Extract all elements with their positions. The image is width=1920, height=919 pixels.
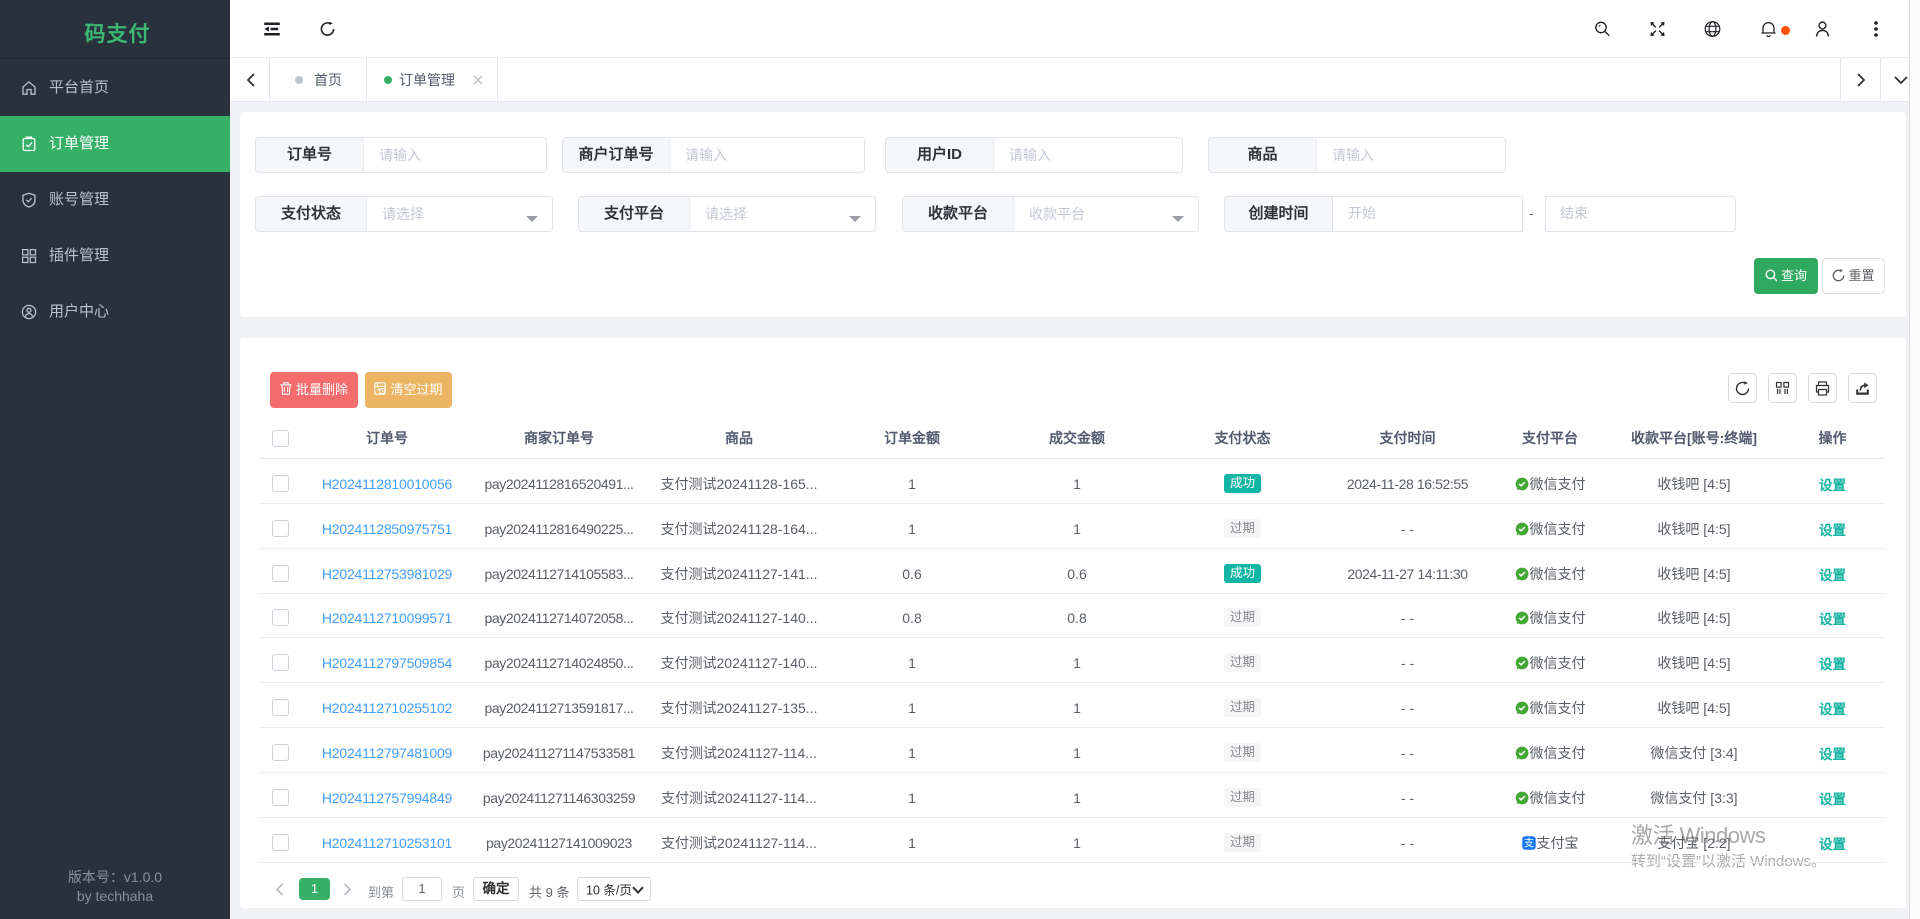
svg-text:支: 支 (1524, 837, 1534, 849)
